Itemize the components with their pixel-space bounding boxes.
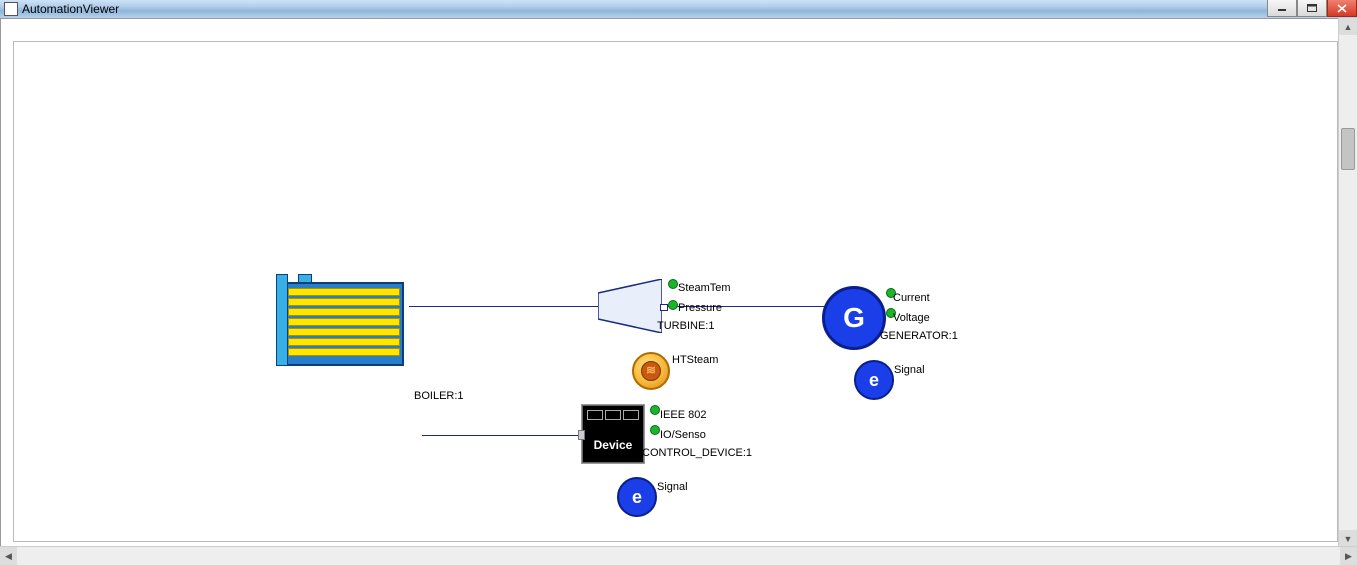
device-port-ieee[interactable] bbox=[650, 405, 660, 415]
generator-port-current-label: Current bbox=[893, 292, 930, 304]
turbine-label: TURBINE:1 bbox=[657, 320, 714, 332]
turbine-node[interactable] bbox=[598, 279, 662, 333]
generator-port-voltage-label: Voltage bbox=[893, 312, 930, 324]
turbine-port-pressure[interactable] bbox=[668, 300, 678, 310]
generator-label: GENERATOR:1 bbox=[880, 330, 958, 342]
minimize-button[interactable] bbox=[1267, 0, 1297, 17]
scroll-up-arrow-icon[interactable]: ▲ bbox=[1339, 18, 1357, 35]
close-button[interactable] bbox=[1327, 0, 1357, 17]
turbine-port-pressure-label: Pressure bbox=[678, 302, 722, 314]
generator-letter: G bbox=[843, 302, 865, 334]
htsteam-node[interactable]: ≋ bbox=[632, 352, 670, 390]
generator-signal-label: Signal bbox=[894, 364, 925, 376]
control-device-label: CONTROL_DEVICE:1 bbox=[642, 447, 752, 459]
generator-signal-node[interactable]: e bbox=[854, 360, 894, 400]
scroll-down-arrow-icon[interactable]: ▼ bbox=[1339, 530, 1357, 547]
device-signal-label: Signal bbox=[657, 481, 688, 493]
htsteam-label: HTSteam bbox=[672, 354, 718, 366]
device-port-iosenso-label: IO/Senso bbox=[660, 429, 706, 441]
device-inner-label: Device bbox=[583, 438, 643, 452]
device-signal-node[interactable]: e bbox=[617, 477, 657, 517]
device-port-ieee-label: IEEE 802 bbox=[660, 409, 706, 421]
device-port-iosenso[interactable] bbox=[650, 425, 660, 435]
link-to-device bbox=[422, 435, 582, 436]
device-signal-letter: e bbox=[632, 487, 642, 508]
app-icon bbox=[4, 2, 18, 16]
window-buttons bbox=[1267, 0, 1357, 18]
link-boiler-turbine bbox=[409, 306, 609, 307]
vertical-scroll-thumb[interactable] bbox=[1341, 128, 1355, 170]
maximize-button[interactable] bbox=[1297, 0, 1327, 17]
scroll-right-arrow-icon[interactable]: ▶ bbox=[1340, 547, 1357, 565]
client-area: BOILER:1 SteamTem Pressure TURBINE:1 ≋ H… bbox=[0, 18, 1357, 547]
turbine-port-steamtem-label: SteamTem bbox=[678, 282, 731, 294]
turbine-port-steamtem[interactable] bbox=[668, 279, 678, 289]
horizontal-scrollbar[interactable]: ◀ ▶ bbox=[0, 546, 1357, 565]
window-title: AutomationViewer bbox=[22, 0, 119, 18]
control-device-node[interactable]: Device bbox=[582, 405, 644, 463]
boiler-label: BOILER:1 bbox=[414, 390, 464, 402]
window-titlebar: AutomationViewer bbox=[0, 0, 1357, 19]
generator-signal-letter: e bbox=[869, 370, 879, 391]
generator-node[interactable]: G bbox=[822, 286, 886, 350]
vertical-scrollbar[interactable]: ▲ ▼ bbox=[1338, 18, 1357, 547]
scroll-left-arrow-icon[interactable]: ◀ bbox=[0, 547, 17, 565]
boiler-node[interactable] bbox=[276, 274, 404, 366]
diagram-canvas[interactable]: BOILER:1 SteamTem Pressure TURBINE:1 ≋ H… bbox=[13, 41, 1338, 542]
